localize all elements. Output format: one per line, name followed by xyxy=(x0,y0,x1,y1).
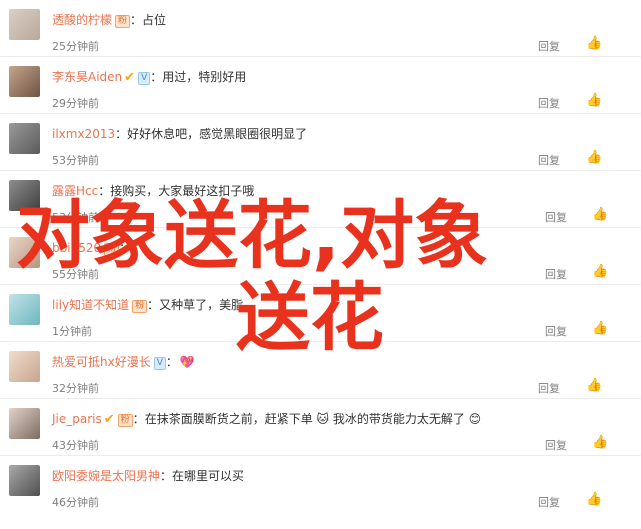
comment-row: bbi0520 粉： 55分钟前 回复 👍 xyxy=(0,228,641,285)
comment-time: 53分钟前 xyxy=(52,211,99,224)
username-link[interactable]: bbi0520 xyxy=(52,241,101,255)
comment-text: 好好休息吧，感觉黑眼圈很明显了 xyxy=(127,127,308,141)
avatar[interactable] xyxy=(9,465,40,496)
like-icon[interactable]: 👍 xyxy=(592,435,608,450)
comment-row: lily知道不知道粉：又种草了，美脂 1分钟前 回复 👍 xyxy=(0,285,641,342)
reply-button[interactable]: 回复 xyxy=(538,152,560,168)
avatar[interactable] xyxy=(9,180,40,211)
comment-row: 透酸的柠檬粉：占位 25分钟前 回复 👍 xyxy=(0,0,641,57)
vip-badge: V xyxy=(153,357,166,370)
avatar[interactable] xyxy=(9,66,40,97)
like-icon[interactable]: 👍 xyxy=(586,492,602,507)
username-link[interactable]: 热爱可抵hx好漫长 xyxy=(52,355,151,369)
comment-time: 46分钟前 xyxy=(52,496,99,509)
comment-row: Jie_paris ✔ 粉：在抹茶面膜断货之前，赶紧下单 🐱 我冰的带货能力太无解了… xyxy=(0,399,641,456)
verified-icon: ✔ xyxy=(124,70,136,85)
like-icon[interactable]: 👍 xyxy=(586,36,602,51)
avatar[interactable] xyxy=(9,237,40,268)
verified-icon: ✔ xyxy=(103,412,115,427)
vip-badge: V xyxy=(138,72,151,85)
comment-time: 1分钟前 xyxy=(52,325,92,338)
like-icon[interactable]: 👍 xyxy=(586,378,602,393)
reply-button[interactable]: 回复 xyxy=(538,95,560,111)
comment-line: 李东昊Aiden ✔ V ：用过，特别好用 xyxy=(52,70,247,85)
comment-list: 透酸的柠檬粉：占位 25分钟前 回复 👍 李东昊Aiden ✔ V ：用过，特别好用 … xyxy=(0,0,641,529)
heart-sticker-icon: 💖 xyxy=(179,355,195,369)
comment-line: 透酸的柠檬粉：占位 xyxy=(52,13,167,28)
comment-row: 李东昊Aiden ✔ V ：用过，特别好用 29分钟前 回复 👍 xyxy=(0,57,641,114)
comment-time: 29分钟前 xyxy=(52,97,99,110)
comment-line: 热爱可抵hx好漫长 V： 💖 xyxy=(52,355,195,370)
comment-text: 占位 xyxy=(142,13,167,27)
comment-text: 又种草了，美脂 xyxy=(159,298,244,312)
reply-button[interactable]: 回复 xyxy=(545,266,567,282)
username-link[interactable]: 李东昊Aiden xyxy=(52,70,122,84)
comment-line: ilxmx2013：好好休息吧，感觉黑眼圈很明显了 xyxy=(52,127,308,141)
comment-time: 55分钟前 xyxy=(52,268,99,281)
reply-button[interactable]: 回复 xyxy=(538,380,560,396)
comment-text: 接购买，大家最好这扣子哦 xyxy=(110,184,255,198)
comment-text: 在抹茶面膜断货之前，赶紧下单 🐱 我冰的带货能力太无解了 😊 xyxy=(144,412,482,426)
avatar[interactable] xyxy=(9,351,40,382)
avatar[interactable] xyxy=(9,123,40,154)
reply-button[interactable]: 回复 xyxy=(538,494,560,510)
username-link[interactable]: Jie_paris xyxy=(52,412,102,426)
comment-time: 53分钟前 xyxy=(52,154,99,167)
username-link[interactable]: 欧阳委婉是太阳男神 xyxy=(52,469,160,483)
like-icon[interactable]: 👍 xyxy=(592,321,608,336)
comment-line: 欧阳委婉是太阳男神：在哪里可以买 xyxy=(52,469,245,483)
comment-text: 用过，特别好用 xyxy=(162,70,247,84)
comment-time: 43分钟前 xyxy=(52,439,99,452)
fan-badge: 粉 xyxy=(117,414,133,427)
comment-time: 25分钟前 xyxy=(52,40,99,53)
comment-line: Jie_paris ✔ 粉：在抹茶面膜断货之前，赶紧下单 🐱 我冰的带货能力太无解了… xyxy=(52,412,482,427)
fan-badge: 粉 xyxy=(104,243,120,256)
reply-button[interactable]: 回复 xyxy=(545,437,567,453)
avatar[interactable] xyxy=(9,408,40,439)
comment-row: ilxmx2013：好好休息吧，感觉黑眼圈很明显了 53分钟前 回复 👍 xyxy=(0,114,641,171)
comment-text: 在哪里可以买 xyxy=(172,469,245,483)
username-link[interactable]: 透酸的柠檬 xyxy=(52,13,112,27)
comment-line: bbi0520 粉： xyxy=(52,241,132,256)
like-icon[interactable]: 👍 xyxy=(592,207,608,222)
username-link[interactable]: ilxmx2013 xyxy=(52,127,115,141)
comment-line: 露露Hcc：接购买，大家最好这扣子哦 xyxy=(52,184,255,198)
like-icon[interactable]: 👍 xyxy=(586,93,602,108)
reply-button[interactable]: 回复 xyxy=(538,38,560,54)
comment-time: 32分钟前 xyxy=(52,382,99,395)
reply-button[interactable]: 回复 xyxy=(545,323,567,339)
username-link[interactable]: 露露Hcc xyxy=(52,184,98,198)
username-link[interactable]: lily知道不知道 xyxy=(52,298,129,312)
comment-row: 欧阳委婉是太阳男神：在哪里可以买 46分钟前 回复 👍 xyxy=(0,456,641,529)
like-icon[interactable]: 👍 xyxy=(586,150,602,165)
avatar[interactable] xyxy=(9,294,40,325)
fan-badge: 粉 xyxy=(115,15,131,28)
comment-row: 露露Hcc：接购买，大家最好这扣子哦 53分钟前 回复 👍 xyxy=(0,171,641,228)
comment-line: lily知道不知道粉：又种草了，美脂 xyxy=(52,298,244,313)
like-icon[interactable]: 👍 xyxy=(592,264,608,279)
avatar[interactable] xyxy=(9,9,40,40)
fan-badge: 粉 xyxy=(132,300,148,313)
reply-button[interactable]: 回复 xyxy=(545,209,567,225)
comment-row: 热爱可抵hx好漫长 V： 💖 32分钟前 回复 👍 xyxy=(0,342,641,399)
